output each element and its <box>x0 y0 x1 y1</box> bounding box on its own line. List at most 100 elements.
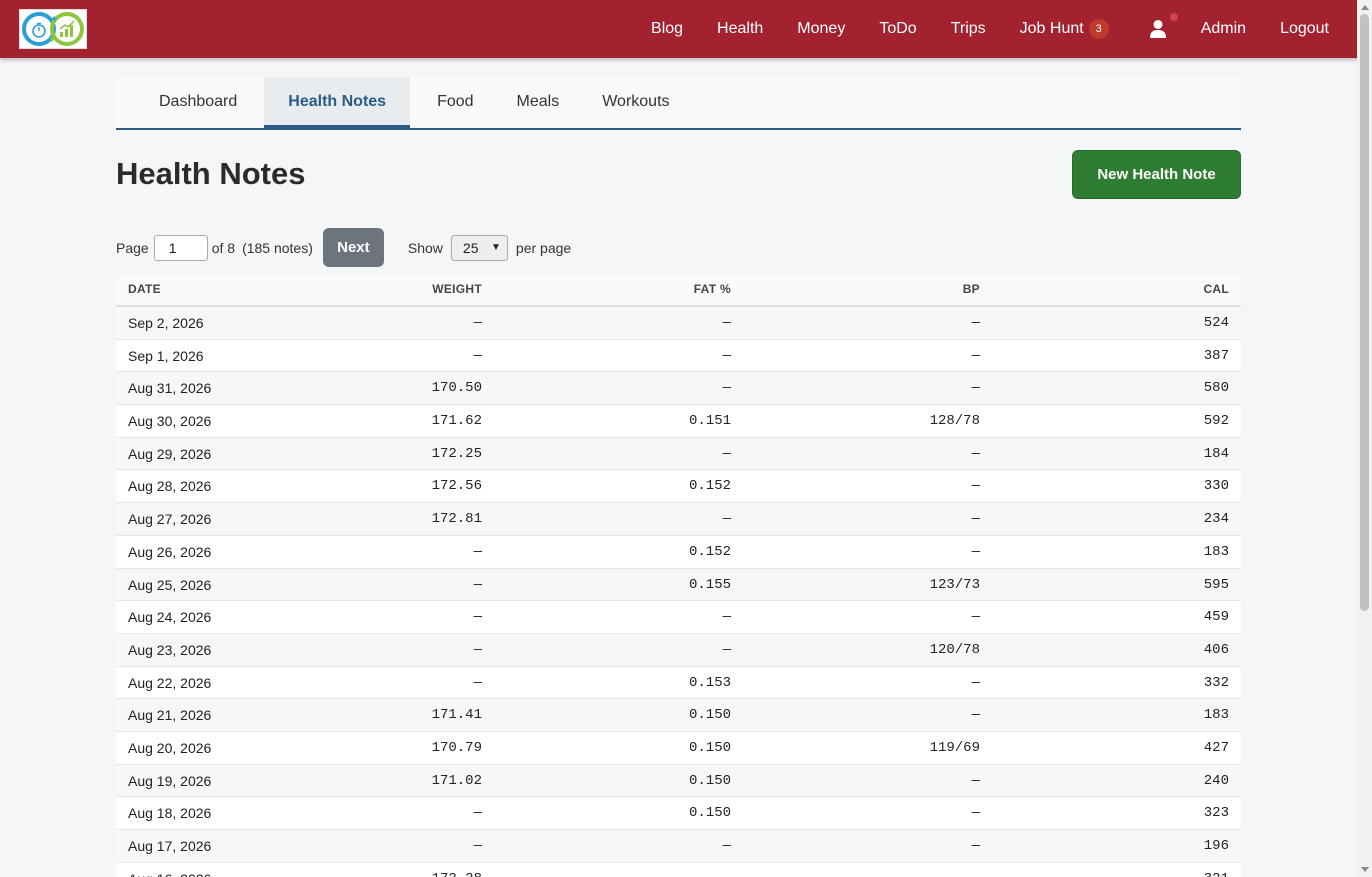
weight-cell: 171.02 <box>431 772 482 789</box>
table-header: DATE WEIGHT FAT % BP CAL <box>116 276 1241 307</box>
table-body: Sep 2, 2026 — — — 524 Sep 1, 2026 — — — 387 Aug 31… <box>116 307 1241 877</box>
cal-cell: 321 <box>1204 863 1229 877</box>
per-page-selected-value: 25 <box>462 239 479 256</box>
bp-cell: — <box>971 674 980 691</box>
user-menu[interactable] <box>1149 13 1178 39</box>
table-row[interactable]: Aug 20, 2026 170.79 0.150 119/69 427 <box>116 732 1241 765</box>
bp-cell: — <box>971 609 980 626</box>
weight-cell: 172.28 <box>432 863 482 877</box>
date-cell: Aug 27, 2026 <box>128 511 212 528</box>
tab-food[interactable]: Food <box>421 77 489 128</box>
column-header-cal[interactable]: CAL <box>1203 276 1229 305</box>
bp-cell: — <box>972 863 980 877</box>
table-row[interactable]: Aug 19, 2026 171.02 0.150 — 240 <box>116 764 1241 798</box>
fat-cell: 0.152 <box>688 543 731 560</box>
date-cell: Aug 18, 2026 <box>128 805 212 822</box>
bp-cell: — <box>971 805 980 822</box>
tab-dashboard[interactable]: Dashboard <box>143 77 253 128</box>
nav-blog[interactable]: Blog <box>651 20 683 38</box>
bp-cell: 120/78 <box>929 641 980 658</box>
table-row[interactable]: Aug 27, 2026 172.81 — — 234 <box>116 503 1241 536</box>
table-row[interactable]: Aug 26, 2026 — 0.152 — 183 <box>116 536 1241 569</box>
fat-cell: — <box>722 347 731 364</box>
cal-cell: 459 <box>1203 609 1229 626</box>
nav-health[interactable]: Health <box>717 20 763 38</box>
date-cell: Aug 23, 2026 <box>128 641 212 658</box>
table-row[interactable]: Aug 23, 2026 — — 120/78 406 <box>116 633 1241 667</box>
cal-cell: 427 <box>1203 739 1229 756</box>
table-row[interactable]: Aug 21, 2026 171.41 0.150 — 183 <box>116 699 1241 732</box>
date-cell: Aug 16, 2026 <box>128 863 211 877</box>
cal-cell: 183 <box>1203 707 1229 724</box>
table-row[interactable]: Aug 16, 2026 172.28 — — 321 <box>116 863 1241 877</box>
bp-cell: — <box>971 772 980 789</box>
page-scrollbar[interactable] <box>1357 0 1372 877</box>
job-hunt-count-badge: 3 <box>1088 19 1109 39</box>
fat-cell: — <box>722 315 731 331</box>
fat-cell: — <box>722 838 731 854</box>
table-row[interactable]: Aug 31, 2026 170.50 — — 580 <box>116 372 1241 406</box>
page-title: Health Notes <box>116 156 306 191</box>
per-page-select[interactable]: 25 ▼ <box>450 234 508 261</box>
table-row[interactable]: Aug 25, 2026 — 0.155 123/73 595 <box>116 568 1241 602</box>
date-cell: Sep 2, 2026 <box>128 315 204 331</box>
date-cell: Sep 1, 2026 <box>128 347 204 364</box>
tab-health-notes[interactable]: Health Notes <box>264 77 411 128</box>
column-header-weight[interactable]: WEIGHT <box>432 276 482 305</box>
weight-cell: — <box>473 347 482 364</box>
cal-cell: 183 <box>1203 543 1229 560</box>
health-notes-table: DATE WEIGHT FAT % BP CAL Sep 2, 2026 — — — 5… <box>116 276 1241 877</box>
table-row[interactable]: Aug 29, 2026 172.25 — — 184 <box>116 437 1241 471</box>
nav-money[interactable]: Money <box>797 20 845 38</box>
weight-cell: 170.79 <box>431 739 482 756</box>
cal-cell: 196 <box>1203 838 1229 854</box>
tab-meals[interactable]: Meals <box>501 77 576 128</box>
table-row[interactable]: Aug 22, 2026 — 0.153 — 332 <box>116 667 1241 700</box>
fat-cell: 0.150 <box>688 739 731 756</box>
next-page-button[interactable]: Next <box>322 228 384 267</box>
nav-admin[interactable]: Admin <box>1201 20 1246 38</box>
table-row[interactable]: Sep 2, 2026 — — — 524 <box>116 307 1241 340</box>
app-logo[interactable] <box>19 9 87 49</box>
top-nav-bar: Blog Health Money ToDo Trips Job Hunt 3 … <box>0 0 1372 58</box>
scroll-down-arrow-icon[interactable] <box>1361 867 1369 872</box>
nav-trips[interactable]: Trips <box>951 20 986 38</box>
column-header-date[interactable]: DATE <box>128 276 161 305</box>
date-cell: Aug 22, 2026 <box>128 674 212 691</box>
table-row[interactable]: Aug 28, 2026 172.56 0.152 — 330 <box>116 470 1241 504</box>
main-nav: Blog Health Money ToDo Trips Job Hunt 3 … <box>617 0 1329 58</box>
fat-cell: 0.151 <box>688 413 731 430</box>
scroll-up-arrow-icon[interactable] <box>1361 5 1369 10</box>
page-number-input[interactable] <box>153 234 208 261</box>
cal-cell: 330 <box>1203 478 1229 495</box>
cal-cell: 240 <box>1203 772 1229 789</box>
table-row[interactable]: Aug 24, 2026 — — — 459 <box>116 601 1241 634</box>
page-label: Page <box>116 239 149 256</box>
weight-cell: — <box>473 576 482 593</box>
date-cell: Aug 20, 2026 <box>128 739 212 756</box>
column-header-bp[interactable]: BP <box>963 276 980 305</box>
table-row[interactable]: Aug 17, 2026 — — — 196 <box>116 830 1241 863</box>
bp-cell: — <box>971 445 980 462</box>
health-section-tabs: Dashboard Health Notes Food Meals Workou… <box>116 77 1241 130</box>
column-header-fat[interactable]: FAT % <box>694 276 731 305</box>
nav-job-hunt-label: Job Hunt <box>1019 20 1084 37</box>
table-row[interactable]: Aug 18, 2026 — 0.150 — 323 <box>116 797 1241 830</box>
new-health-note-button[interactable]: New Health Note <box>1072 150 1241 199</box>
weight-cell: 171.62 <box>431 413 482 430</box>
table-row[interactable]: Aug 30, 2026 171.62 0.151 128/78 592 <box>116 405 1241 438</box>
nav-job-hunt[interactable]: Job Hunt 3 <box>1020 19 1109 39</box>
chevron-down-icon: ▼ <box>491 242 501 253</box>
nav-logout[interactable]: Logout <box>1280 20 1329 38</box>
notification-dot <box>1169 13 1178 21</box>
table-row[interactable]: Sep 1, 2026 — — — 387 <box>116 340 1241 373</box>
page-of-label: of 8 <box>211 239 236 256</box>
show-label: Show <box>407 239 443 256</box>
cal-cell: 234 <box>1203 511 1229 528</box>
scrollbar-thumb[interactable] <box>1360 14 1369 611</box>
weight-cell: — <box>473 838 482 854</box>
fat-cell: 0.150 <box>688 805 731 822</box>
nav-todo[interactable]: ToDo <box>879 20 916 38</box>
tab-workouts[interactable]: Workouts <box>586 77 685 128</box>
date-cell: Aug 24, 2026 <box>128 609 212 626</box>
